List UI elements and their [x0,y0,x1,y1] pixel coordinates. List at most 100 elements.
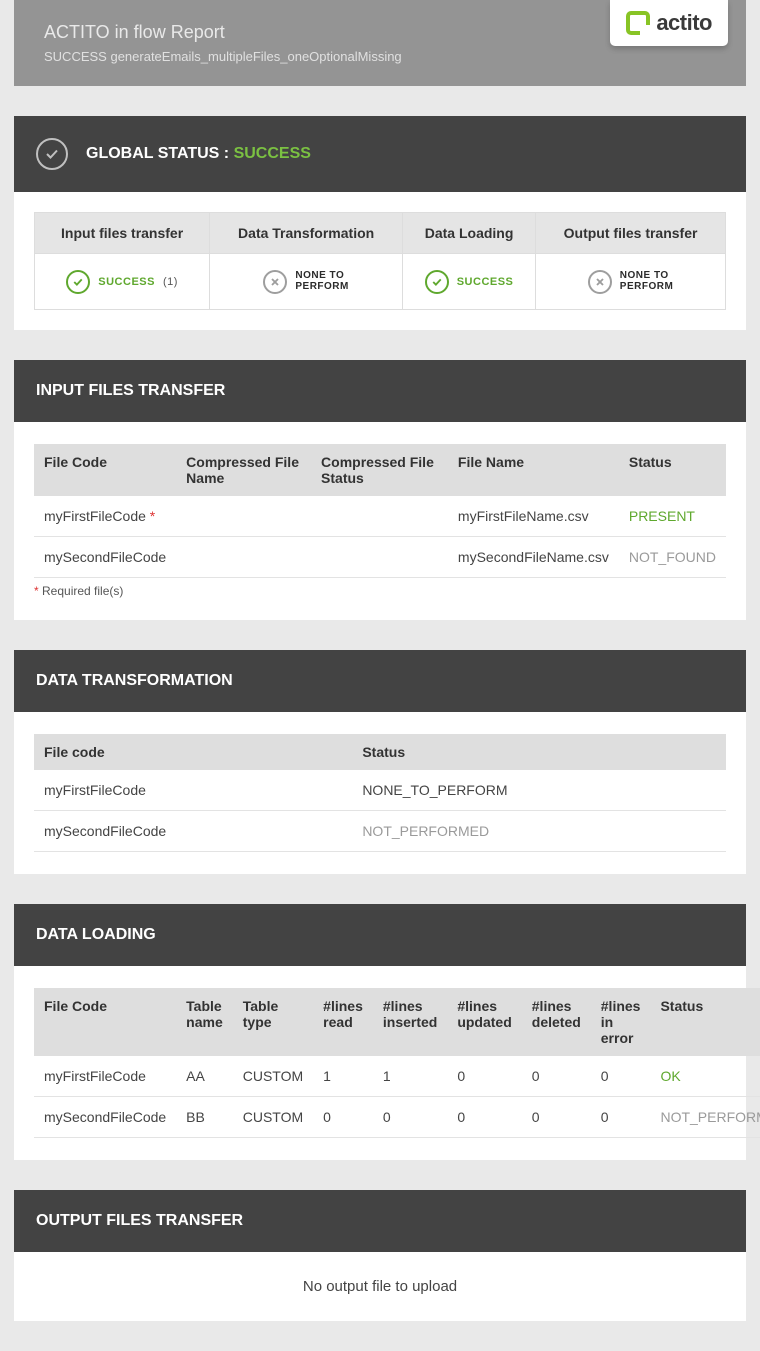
cell-compressed-name [176,537,311,578]
cell-table-name: BB [176,1097,233,1138]
required-star: * [150,508,155,524]
cell-lines-error: 0 [591,1056,651,1097]
cell-lines-read: 1 [313,1056,373,1097]
brand-logo-text: actito [656,10,712,36]
cell-status: PRESENT [619,496,726,537]
summary-cell-loading: SUCCESS [403,254,536,310]
cell-file-code: mySecondFileCode [34,1097,176,1138]
cell-status: OK [650,1056,760,1097]
output-empty-message: No output file to upload [14,1252,746,1321]
col-lines-deleted: #lines deleted [522,988,591,1056]
summary-table: Input files transfer Data Transformation… [34,212,726,310]
col-file-code: File Code [34,988,176,1056]
summary-cell-output: NONE TO PERFORM [536,254,726,310]
summary-input-count: (1) [163,276,178,288]
success-icon [425,270,449,294]
summary-output-status: NONE TO PERFORM [620,271,674,292]
report-subtitle: SUCCESS generateEmails_multipleFiles_one… [44,49,716,64]
cell-file-name: myFirstFileName.csv [448,496,619,537]
col-file-name: File Name [448,444,619,496]
table-row: mySecondFileCode mySecondFileName.csvNOT_… [34,537,726,578]
none-icon [263,270,287,294]
table-row: mySecondFileCodeNOT_PERFORMED [34,811,726,852]
success-icon [66,270,90,294]
input-files-card: INPUT FILES TRANSFER File Code Compresse… [14,360,746,620]
summary-table-wrap: Input files transfer Data Transformation… [14,192,746,330]
input-files-table: File Code Compressed File Name Compresse… [34,444,726,578]
cell-file-code: myFirstFileCode * [34,496,176,537]
cell-compressed-status [311,496,448,537]
col-file-code: File code [34,734,352,770]
none-icon [588,270,612,294]
brand-logo-icon [626,11,650,35]
cell-lines-deleted: 0 [522,1056,591,1097]
cell-lines-updated: 0 [447,1097,521,1138]
data-loading-table: File Code Table name Table type #lines r… [34,988,760,1138]
output-files-card: OUTPUT FILES TRANSFER No output file to … [14,1190,746,1321]
cell-status: NOT_FOUND [619,537,726,578]
cell-lines-deleted: 0 [522,1097,591,1138]
col-table-name: Table name [176,988,233,1056]
summary-cell-transform: NONE TO PERFORM [210,254,403,310]
cell-lines-updated: 0 [447,1056,521,1097]
summary-cell-input: SUCCESS (1) [35,254,210,310]
summary-header-transform: Data Transformation [210,213,403,254]
cell-file-code: mySecondFileCode [34,537,176,578]
data-transformation-card: DATA TRANSFORMATION File code Status myF… [14,650,746,874]
col-lines-inserted: #lines inserted [373,988,447,1056]
required-text: Required file(s) [42,584,123,598]
cell-status: NONE_TO_PERFORM [352,770,726,811]
col-file-code: File Code [34,444,176,496]
table-row: myFirstFileCode * myFirstFileName.csvPRES… [34,496,726,537]
col-status: Status [650,988,760,1056]
summary-row: SUCCESS (1) NONE TO PERFORM SUCC [35,254,726,310]
input-files-header: INPUT FILES TRANSFER [14,360,746,422]
summary-header-input: Input files transfer [35,213,210,254]
cell-file-code: myFirstFileCode [34,770,352,811]
required-footnote: * Required file(s) [34,584,726,598]
cell-table-name: AA [176,1056,233,1097]
report-header-card: ACTITO in flow Report SUCCESS generateEm… [14,0,746,86]
col-lines-error: #lines in error [591,988,651,1056]
cell-lines-inserted: 0 [373,1097,447,1138]
table-row: myFirstFileCodeAACUSTOM11000OK [34,1056,760,1097]
data-loading-card: DATA LOADING File Code Table name Table … [14,904,746,1160]
cell-compressed-status [311,537,448,578]
summary-header-output: Output files transfer [536,213,726,254]
data-transformation-table: File code Status myFirstFileCodeNONE_TO_… [34,734,726,852]
summary-header-loading: Data Loading [403,213,536,254]
cell-lines-read: 0 [313,1097,373,1138]
cell-file-code: myFirstFileCode [34,1056,176,1097]
data-transformation-header: DATA TRANSFORMATION [14,650,746,712]
col-compressed-name: Compressed File Name [176,444,311,496]
cell-lines-inserted: 1 [373,1056,447,1097]
output-files-header: OUTPUT FILES TRANSFER [14,1190,746,1252]
col-lines-updated: #lines updated [447,988,521,1056]
col-lines-read: #lines read [313,988,373,1056]
col-status: Status [619,444,726,496]
required-star: * [34,584,39,598]
cell-table-type: CUSTOM [233,1056,313,1097]
cell-file-code: mySecondFileCode [34,811,352,852]
table-row: myFirstFileCodeNONE_TO_PERFORM [34,770,726,811]
col-status: Status [352,734,726,770]
col-compressed-status: Compressed File Status [311,444,448,496]
cell-status: NOT_PERFORMED [352,811,726,852]
summary-loading-status: SUCCESS [457,276,514,288]
cell-compressed-name [176,496,311,537]
cell-lines-error: 0 [591,1097,651,1138]
check-circle-icon [36,138,68,170]
cell-table-type: CUSTOM [233,1097,313,1138]
summary-transform-status: NONE TO PERFORM [295,271,349,292]
cell-status: NOT_PERFORMED [650,1097,760,1138]
brand-logo: actito [610,0,728,46]
global-status-label: GLOBAL STATUS : [86,145,229,162]
global-status-value: SUCCESS [234,145,311,162]
col-table-type: Table type [233,988,313,1056]
report-header: ACTITO in flow Report SUCCESS generateEm… [14,0,746,86]
summary-input-status: SUCCESS [98,276,155,288]
table-row: mySecondFileCodeBBCUSTOM00000NOT_PERFORM… [34,1097,760,1138]
data-loading-header: DATA LOADING [14,904,746,966]
global-status-card: GLOBAL STATUS : SUCCESS Input files tran… [14,116,746,330]
cell-file-name: mySecondFileName.csv [448,537,619,578]
